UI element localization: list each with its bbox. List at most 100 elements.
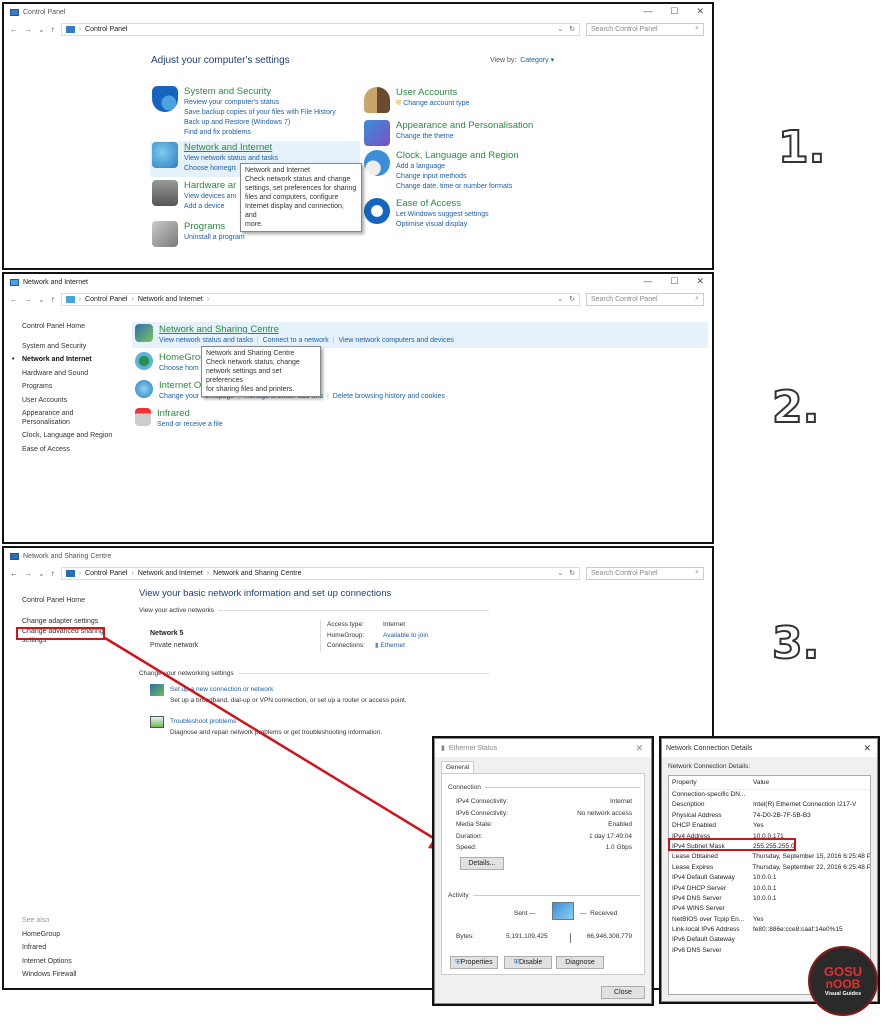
category-title[interactable]: Network and Internet [184,142,278,154]
breadcrumb-network-internet[interactable]: Network and Internet [138,296,203,303]
table-row[interactable]: NetBIOS over Tcpip En... Yes [669,915,870,925]
column-header-value[interactable]: Value [753,776,769,789]
forward-icon[interactable]: → [24,569,32,578]
sidebar-item-appearance[interactable]: Appearance and Personalisation [22,409,82,427]
category-title[interactable]: User Accounts [396,87,469,99]
close-button[interactable]: Close [601,986,645,999]
back-icon[interactable]: ← [10,569,18,578]
tab-general[interactable]: General [441,761,475,773]
sidebar-item-hardware-sound[interactable]: Hardware and Sound [22,367,122,381]
category-title[interactable]: System and Security [184,86,336,98]
section-link[interactable]: View network status and tasks [159,337,253,344]
table-row[interactable]: Description Intel(R) Ethernet Connection … [669,800,870,810]
close-icon[interactable]: ✕ [635,743,643,754]
up-icon[interactable]: ↑ [51,295,55,304]
minimize-button[interactable]: — [643,276,652,287]
see-also-homegroup[interactable]: HomeGroup [22,928,122,942]
task-title[interactable]: Troubleshoot problems [170,716,382,727]
category-link[interactable]: Let Windows suggest settings [396,210,489,220]
close-button[interactable]: ✕ [696,6,704,17]
up-icon[interactable]: ↑ [51,569,55,578]
see-also-windows-firewall[interactable]: Windows Firewall [22,968,122,982]
refresh-icon[interactable]: ↻ [569,295,575,303]
table-row[interactable]: IPv4 DNS Server 10.0.0.1 [669,894,870,904]
maximize-button[interactable]: ☐ [670,276,678,287]
close-icon[interactable]: ✕ [863,743,871,754]
search-input[interactable]: Search Control Panel ⌕ [586,292,704,306]
section-link[interactable]: Connect to a network [263,337,329,344]
table-row[interactable]: Link-local IPv6 Address fe80::886e:cce8:c… [669,925,870,935]
view-by-dropdown[interactable]: Category ▾ [520,57,554,64]
table-row[interactable]: Lease Expires Thursday, September 22, 201… [669,863,870,873]
recent-icon[interactable]: ⌄ [38,295,45,304]
section-network-sharing-centre[interactable]: Network and Sharing Centre View network … [135,324,454,346]
search-input[interactable]: Search Control Panel ⌕ [586,566,704,580]
table-row[interactable]: IPv4 WINS Server [669,904,870,914]
section-link[interactable]: Send or receive a file [157,420,223,430]
refresh-icon[interactable]: ↻ [569,569,575,577]
category-link[interactable]: Add a language [396,162,519,172]
category-link[interactable]: Save backup copies of your files with Fi… [184,108,336,118]
sidebar-item-control-panel-home[interactable]: Control Panel Home [22,320,122,334]
table-row[interactable]: Physical Address 74-D0-2B-7F-5B-B3 [669,811,870,821]
ethernet-link[interactable]: Ethernet [380,642,405,649]
dropdown-icon[interactable]: ⌄ [557,569,563,577]
column-header-property[interactable]: Property [672,776,753,789]
see-also-internet-options[interactable]: Internet Options [22,955,122,969]
section-title[interactable]: HomeGroup [159,352,201,364]
category-link[interactable]: Uninstall a program [184,233,245,243]
address-bar[interactable]: › Control Panel ⌄ ↻ [60,22,580,36]
category-link[interactable]: Change date, time or number formats [396,182,519,192]
recent-icon[interactable]: ⌄ [38,25,45,34]
section-title[interactable]: Infrared [157,408,223,420]
disable-button[interactable]: ⛨ Disable [504,956,552,969]
breadcrumb-control-panel[interactable]: Control Panel [85,26,127,33]
sidebar-item-control-panel-home[interactable]: Control Panel Home [22,594,122,608]
category-link[interactable]: ⛨ Change account type [396,99,469,109]
table-row[interactable]: IPv4 Default Gateway 10.0.0.1 [669,873,870,883]
table-row[interactable]: Connection-specific DN... [669,790,870,800]
back-icon[interactable]: ← [10,295,18,304]
table-row[interactable]: IPv6 Default Gateway [669,935,870,945]
sidebar-item-ease-of-access[interactable]: Ease of Access [22,443,122,457]
category-link[interactable]: Add a device [184,202,236,212]
search-input[interactable]: Search Control Panel ⌕ [586,22,704,36]
sidebar-item-clock-language[interactable]: Clock, Language and Region [22,429,122,443]
sidebar-item-system-security[interactable]: System and Security [22,340,122,354]
category-title[interactable]: Appearance and Personalisation [396,120,533,132]
forward-icon[interactable]: → [24,295,32,304]
category-link[interactable]: Review your computer's status [184,98,336,108]
address-bar[interactable]: › Control Panel › Network and Internet › Ne… [60,566,580,580]
see-also-infrared[interactable]: Infrared [22,941,122,955]
table-row[interactable]: Lease Obtained Thursday, September 15, 20… [669,852,870,862]
dropdown-icon[interactable]: ⌄ [557,295,563,303]
task-title[interactable]: Set up a new connection or network [170,684,407,695]
table-row[interactable]: DHCP Enabled Yes [669,821,870,831]
category-title[interactable]: Clock, Language and Region [396,150,519,162]
forward-icon[interactable]: → [24,25,32,34]
close-button[interactable]: ✕ [696,276,704,287]
category-link[interactable]: Choose homegroup and sharing options [184,164,236,174]
refresh-icon[interactable]: ↻ [569,25,575,33]
sidebar-item-network-internet[interactable]: • Network and Internet [12,353,122,367]
category-link[interactable]: Change the theme [396,132,533,142]
section-title[interactable]: Network and Sharing Centre [159,324,454,336]
breadcrumb-control-panel[interactable]: Control Panel [85,570,127,577]
breadcrumb-network-internet[interactable]: Network and Internet [138,570,203,577]
category-link[interactable]: Find and fix problems [184,128,336,138]
category-title[interactable]: Ease of Access [396,198,489,210]
breadcrumb-control-panel[interactable]: Control Panel [85,296,127,303]
category-title[interactable]: Programs [184,221,245,233]
category-title[interactable]: Hardware and Sound [184,180,236,192]
section-link[interactable]: Choose homegroup and sharing options [159,364,199,374]
category-link[interactable]: Optimise visual display [396,220,489,230]
section-link[interactable]: View network computers and devices [338,337,453,344]
sidebar-item-user-accounts[interactable]: User Accounts [22,394,122,408]
table-row[interactable]: IPv4 DHCP Server 10.0.0.1 [669,884,870,894]
details-button[interactable]: Details... [460,857,504,870]
dropdown-icon[interactable]: ⌄ [557,25,563,33]
properties-button[interactable]: ⛨ Properties [450,956,498,969]
sidebar-item-programs[interactable]: Programs [22,380,122,394]
minimize-button[interactable]: — [643,6,652,17]
recent-icon[interactable]: ⌄ [38,569,45,578]
